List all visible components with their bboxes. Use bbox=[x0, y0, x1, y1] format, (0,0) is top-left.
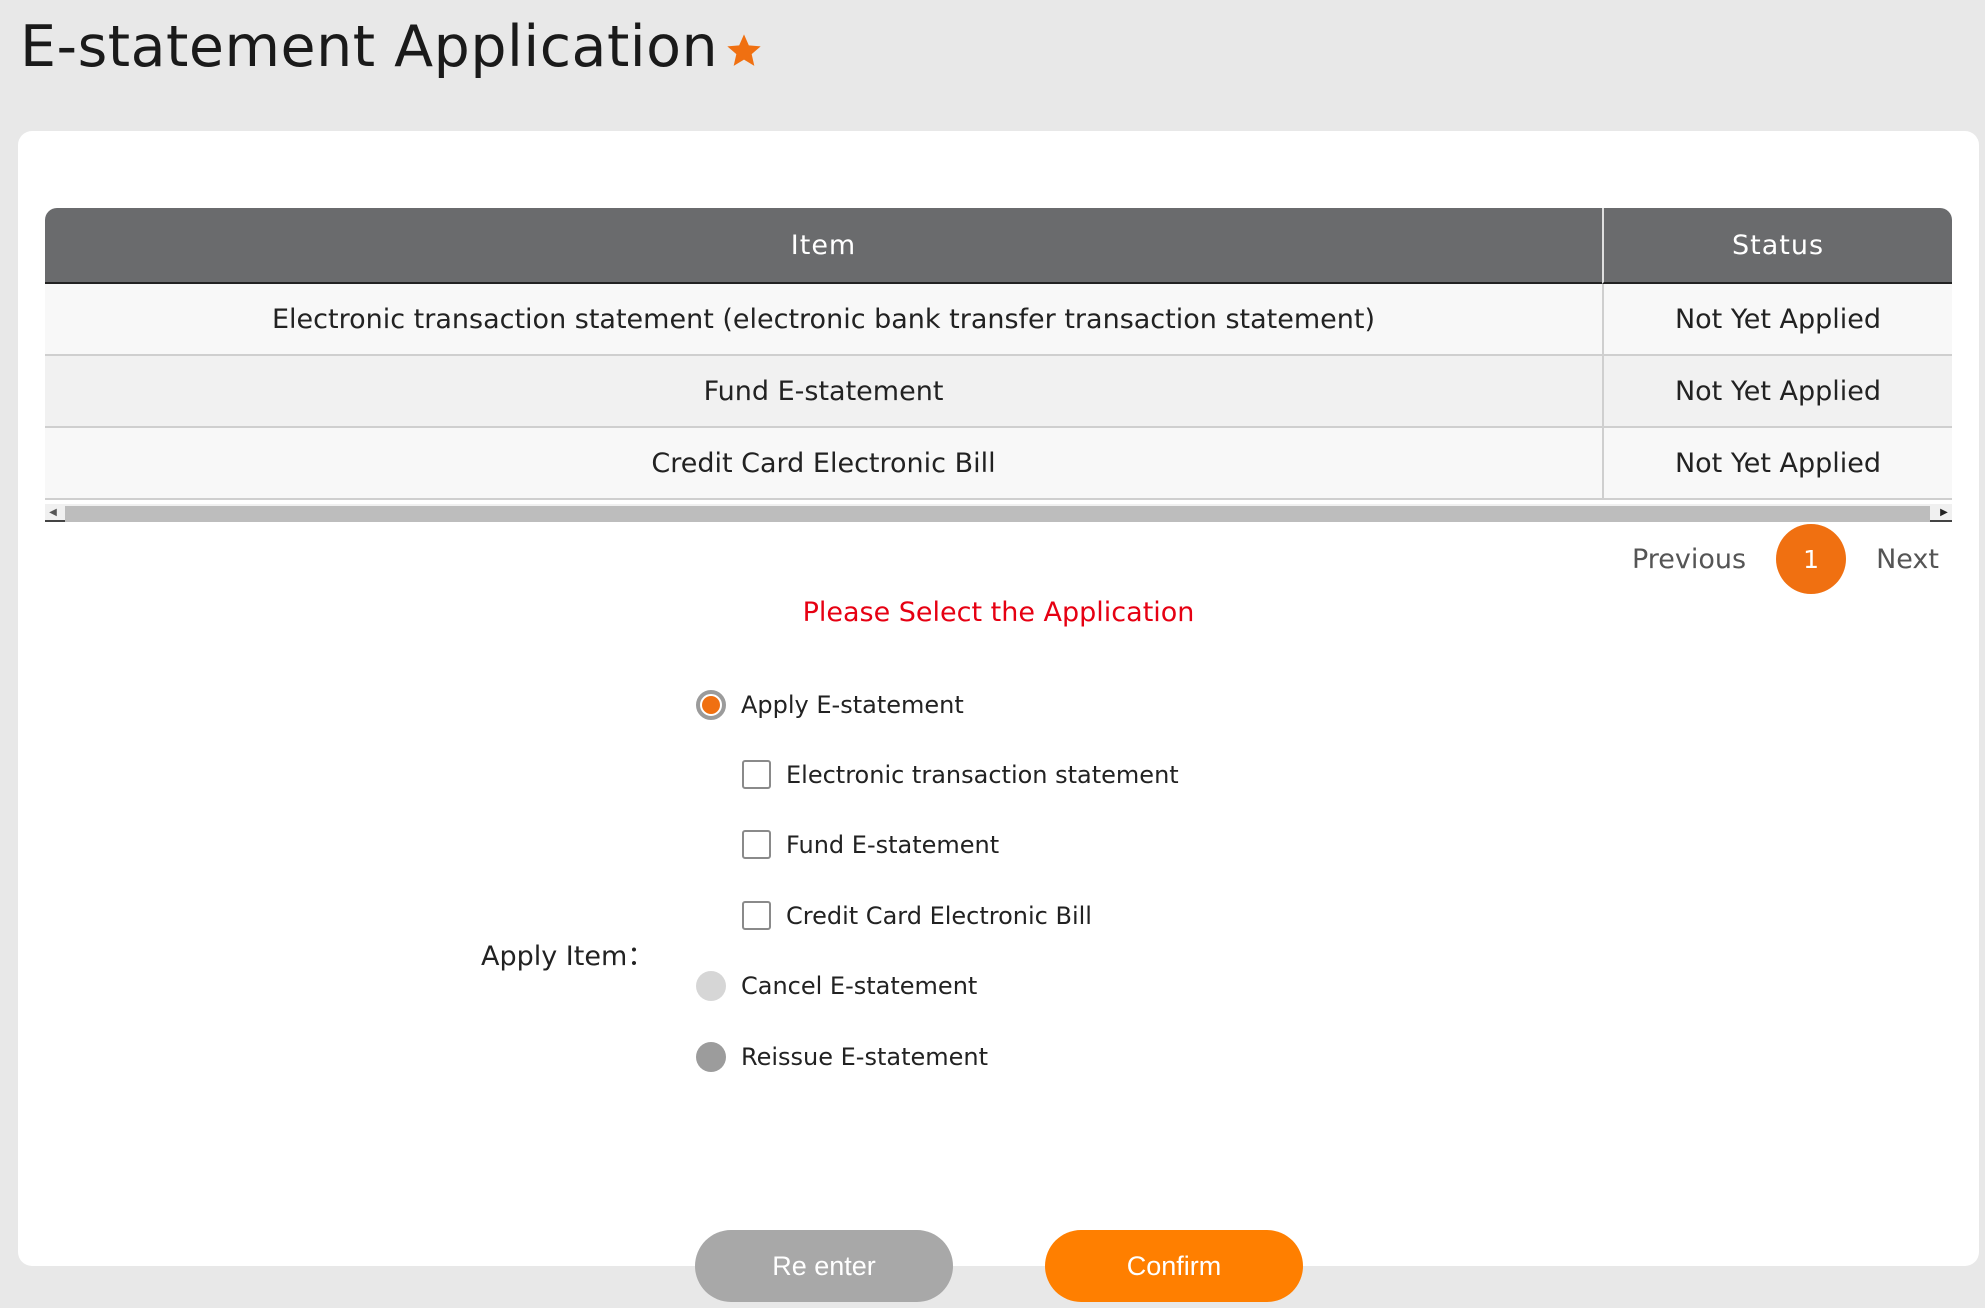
column-header-status: Status bbox=[1602, 208, 1952, 284]
apply-estatement-label: Apply E-statement bbox=[741, 691, 964, 719]
table-cell-status: Not Yet Applied bbox=[1602, 428, 1952, 500]
table-row: Credit Card Electronic Bill Not Yet Appl… bbox=[45, 428, 1952, 500]
table-cell-item: Fund E-statement bbox=[45, 356, 1602, 428]
table-row: Electronic transaction statement (electr… bbox=[45, 284, 1952, 356]
current-page-number[interactable]: 1 bbox=[1776, 524, 1847, 594]
table-cell-item: Electronic transaction statement (electr… bbox=[45, 284, 1602, 356]
apply-estatement-radio[interactable] bbox=[696, 690, 726, 720]
scroll-left-arrow-icon[interactable]: ◀ bbox=[45, 504, 61, 522]
previous-page-link[interactable]: Previous bbox=[1632, 544, 1746, 575]
validation-message: Please Select the Application bbox=[802, 597, 1195, 628]
cancel-estatement-option[interactable]: Cancel E-statement bbox=[696, 971, 977, 1001]
status-table: Item Status Electronic transaction state… bbox=[45, 208, 1952, 500]
column-header-item: Item bbox=[45, 208, 1602, 284]
reissue-estatement-option[interactable]: Reissue E-statement bbox=[696, 1042, 988, 1072]
cancel-estatement-radio[interactable] bbox=[696, 971, 726, 1001]
table-row: Fund E-statement Not Yet Applied bbox=[45, 356, 1952, 428]
table-cell-status: Not Yet Applied bbox=[1602, 284, 1952, 356]
fund-estatement-checkbox[interactable] bbox=[742, 830, 771, 859]
reissue-estatement-label: Reissue E-statement bbox=[741, 1043, 989, 1071]
table-cell-status: Not Yet Applied bbox=[1602, 356, 1952, 428]
fund-estatement-label: Fund E-statement bbox=[786, 830, 1000, 859]
cancel-estatement-label: Cancel E-statement bbox=[741, 972, 978, 1000]
electronic-transaction-statement-label: Electronic transaction statement bbox=[786, 760, 1179, 789]
scrollbar-thumb[interactable] bbox=[65, 506, 1930, 522]
favorite-star-icon[interactable] bbox=[724, 31, 764, 71]
table-header-row: Item Status bbox=[45, 208, 1952, 284]
page: E-statement Application Item Status Elec… bbox=[0, 0, 1985, 1308]
status-table-container: Item Status Electronic transaction state… bbox=[45, 208, 1952, 522]
credit-card-bill-option[interactable]: Credit Card Electronic Bill bbox=[742, 901, 1092, 930]
page-title-text: E-statement Application bbox=[20, 14, 719, 80]
next-page-link[interactable]: Next bbox=[1876, 544, 1939, 575]
reenter-button[interactable]: Re enter bbox=[695, 1230, 953, 1302]
apply-item-label: Apply Item： bbox=[481, 941, 655, 972]
confirm-button[interactable]: Confirm bbox=[1045, 1230, 1303, 1302]
horizontal-scrollbar[interactable]: ◀ ▶ bbox=[45, 504, 1952, 522]
fund-estatement-option[interactable]: Fund E-statement bbox=[742, 830, 999, 859]
main-card: Item Status Electronic transaction state… bbox=[18, 131, 1979, 1266]
apply-estatement-option[interactable]: Apply E-statement bbox=[696, 690, 964, 720]
scroll-right-arrow-icon[interactable]: ▶ bbox=[1936, 504, 1952, 522]
page-title: E-statement Application bbox=[20, 14, 764, 80]
electronic-transaction-statement-checkbox[interactable] bbox=[742, 760, 771, 789]
electronic-transaction-statement-option[interactable]: Electronic transaction statement bbox=[742, 760, 1179, 789]
credit-card-bill-checkbox[interactable] bbox=[742, 901, 771, 930]
reissue-estatement-radio[interactable] bbox=[696, 1042, 726, 1072]
credit-card-bill-label: Credit Card Electronic Bill bbox=[786, 901, 1092, 930]
pagination: Previous 1 Next bbox=[1632, 524, 1939, 594]
table-cell-item: Credit Card Electronic Bill bbox=[45, 428, 1602, 500]
